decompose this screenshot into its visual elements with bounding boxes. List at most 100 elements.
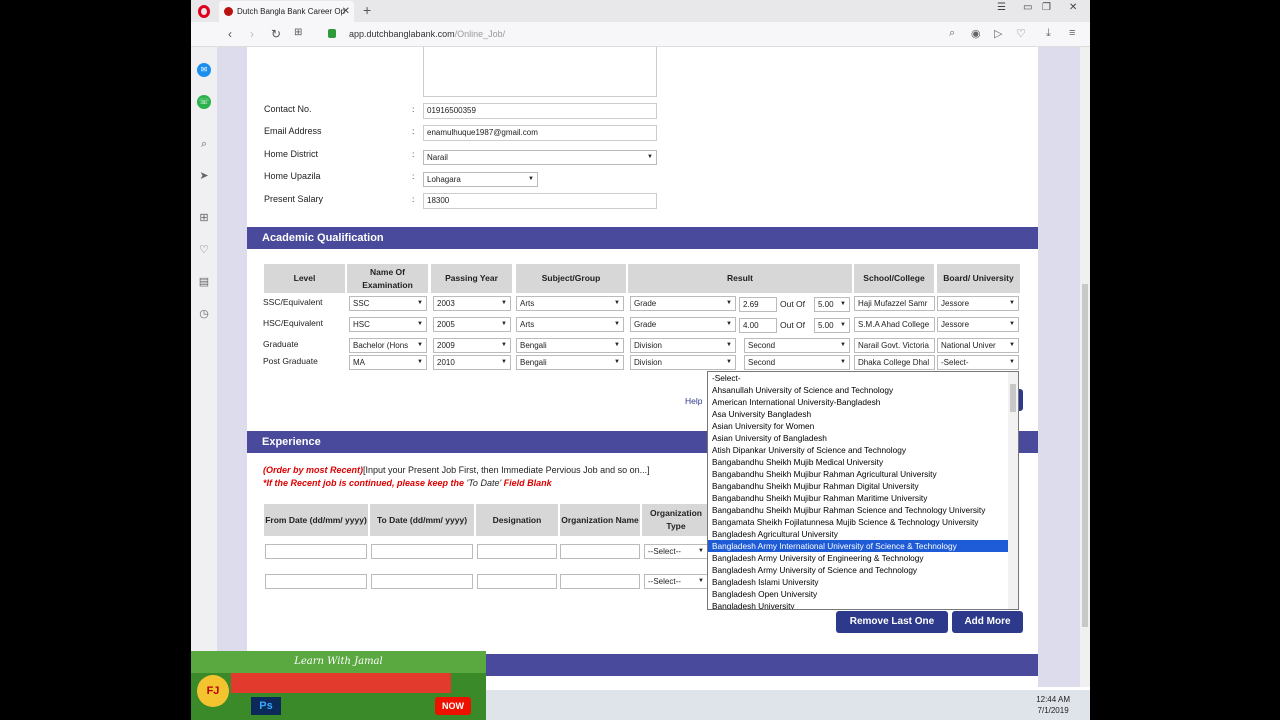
page-scrollbar[interactable]: [1080, 47, 1090, 687]
browser-tab[interactable]: Dutch Bangla Bank Career Op ✕: [219, 1, 354, 22]
university-option[interactable]: Bangabandhu Sheikh Mujib Medical Univers…: [708, 456, 1018, 468]
university-option[interactable]: Asian University of Bangladesh: [708, 432, 1018, 444]
scale-select[interactable]: 5.00: [814, 297, 850, 312]
maximize-icon[interactable]: ❐: [1042, 2, 1051, 13]
add-more-button[interactable]: Add More: [952, 611, 1023, 633]
subject-select[interactable]: Arts: [516, 317, 624, 332]
institution-input[interactable]: Haji Mufazzel Samr: [854, 296, 935, 311]
field-select[interactable]: Narail: [423, 150, 657, 165]
board-select[interactable]: -Select-: [937, 355, 1019, 370]
forward-icon[interactable]: ›: [250, 27, 254, 41]
university-option[interactable]: Asa University Bangladesh: [708, 408, 1018, 420]
settings-icon[interactable]: ≡: [1069, 27, 1075, 39]
url-field[interactable]: app.dutchbanglabank.com/Online_Job/: [349, 29, 505, 39]
university-option[interactable]: Bangabandhu Sheikh Mujibur Rahman Mariti…: [708, 492, 1018, 504]
result-type-select[interactable]: Division: [630, 338, 736, 353]
exam-select[interactable]: HSC: [349, 317, 427, 332]
to-date-input[interactable]: [371, 574, 473, 589]
designation-input[interactable]: [477, 544, 557, 559]
university-option[interactable]: American International University-Bangla…: [708, 396, 1018, 408]
institution-input[interactable]: S.M.A Ahad College: [854, 317, 935, 332]
university-dropdown-list[interactable]: -Select- Ahsanullah University of Science…: [707, 371, 1019, 610]
board-select[interactable]: Jessore: [937, 317, 1019, 332]
division-select[interactable]: Second: [744, 355, 850, 370]
menu-icon[interactable]: ☰: [997, 2, 1006, 13]
dropdown-scrollbar[interactable]: [1008, 372, 1018, 609]
university-option[interactable]: Bangabandhu Sheikh Mujibur Rahman Agricu…: [708, 468, 1018, 480]
send-icon[interactable]: ▷: [994, 27, 1002, 40]
board-select[interactable]: Jessore: [937, 296, 1019, 311]
institution-input[interactable]: Narail Govt. Victoria: [854, 338, 935, 353]
university-option[interactable]: Bangabandhu Sheikh Mujibur Rahman Digita…: [708, 480, 1018, 492]
back-icon[interactable]: ‹: [228, 27, 232, 41]
remove-last-button[interactable]: Remove Last One: [836, 611, 948, 633]
university-option[interactable]: Bangamata Sheikh Fojilatunnesa Mujib Sci…: [708, 516, 1018, 528]
subject-select[interactable]: Bengali: [516, 355, 624, 370]
new-tab-icon[interactable]: +: [363, 2, 371, 18]
opera-logo-icon[interactable]: [198, 5, 210, 18]
bookmark-heart-icon[interactable]: ♡: [1016, 27, 1026, 40]
subject-select[interactable]: Bengali: [516, 338, 624, 353]
from-date-input[interactable]: [265, 574, 367, 589]
year-select[interactable]: 2009: [433, 338, 511, 353]
university-option[interactable]: Bangladesh University: [708, 600, 1018, 609]
university-option[interactable]: Bangladesh Army University of Engineerin…: [708, 552, 1018, 564]
history-clock-icon[interactable]: ◷: [197, 307, 211, 321]
to-date-input[interactable]: [371, 544, 473, 559]
org-type-select[interactable]: --Select--: [644, 544, 708, 559]
board-select[interactable]: National Univer: [937, 338, 1019, 353]
year-select[interactable]: 2005: [433, 317, 511, 332]
field-input[interactable]: 18300: [423, 193, 657, 209]
org-name-input[interactable]: [560, 544, 640, 559]
taskbar-clock[interactable]: 12:44 AM 7/1/2019: [1036, 694, 1070, 716]
messenger-icon[interactable]: ✉: [197, 63, 211, 77]
close-window-icon[interactable]: ✕: [1069, 2, 1077, 13]
subject-select[interactable]: Arts: [516, 296, 624, 311]
bookmarks-heart-icon[interactable]: ♡: [197, 243, 211, 257]
exam-select[interactable]: SSC: [349, 296, 427, 311]
news-icon[interactable]: ▤: [197, 275, 211, 289]
year-select[interactable]: 2003: [433, 296, 511, 311]
search-icon[interactable]: ⌕: [197, 137, 211, 151]
designation-input[interactable]: [477, 574, 557, 589]
university-option[interactable]: -Select-: [708, 372, 1018, 384]
university-option[interactable]: Bangladesh Open University: [708, 588, 1018, 600]
gpa-input[interactable]: 4.00: [739, 318, 777, 333]
reload-icon[interactable]: ↻: [271, 27, 281, 41]
field-input[interactable]: enamulhuque1987@gmail.com: [423, 125, 657, 141]
university-option[interactable]: Atish Dipankar University of Science and…: [708, 444, 1018, 456]
page-scrollbar-thumb[interactable]: [1082, 284, 1088, 627]
institution-input[interactable]: Dhaka College Dhal: [854, 355, 935, 370]
help-link[interactable]: Help: [685, 396, 702, 406]
exam-select[interactable]: Bachelor (Hons: [349, 338, 427, 353]
division-select[interactable]: Second: [744, 338, 850, 353]
close-tab-icon[interactable]: ✕: [342, 1, 350, 22]
download-icon[interactable]: ⤓: [1046, 27, 1051, 40]
from-date-input[interactable]: [265, 544, 367, 559]
minimize-icon[interactable]: ▭: [1023, 2, 1032, 13]
result-type-select[interactable]: Division: [630, 355, 736, 370]
speed-dial-icon[interactable]: ⊞: [294, 27, 302, 38]
university-option[interactable]: Bangabandhu Sheikh Mujibur Rahman Scienc…: [708, 504, 1018, 516]
field-input[interactable]: 01916500359: [423, 103, 657, 119]
whatsapp-icon[interactable]: ☏: [197, 95, 211, 109]
speed-dial-icon[interactable]: ⊞: [197, 211, 211, 225]
result-type-select[interactable]: Grade: [630, 296, 736, 311]
result-type-select[interactable]: Grade: [630, 317, 736, 332]
university-option[interactable]: Bangladesh Army International University…: [708, 540, 1018, 552]
university-option[interactable]: Bangladesh Islami University: [708, 576, 1018, 588]
org-type-select[interactable]: --Select--: [644, 574, 708, 589]
scale-select[interactable]: 5.00: [814, 318, 850, 333]
flow-send-icon[interactable]: ➤: [197, 169, 211, 183]
field-select[interactable]: Lohagara: [423, 172, 538, 187]
dropdown-scrollbar-thumb[interactable]: [1010, 384, 1016, 412]
year-select[interactable]: 2010: [433, 355, 511, 370]
university-option[interactable]: Bangladesh Army University of Science an…: [708, 564, 1018, 576]
gpa-input[interactable]: 2.69: [739, 297, 777, 312]
university-option[interactable]: Bangladesh Agricultural University: [708, 528, 1018, 540]
exam-select[interactable]: MA: [349, 355, 427, 370]
snapshot-icon[interactable]: ◉: [971, 27, 981, 40]
search-page-icon[interactable]: ⌕: [949, 27, 955, 40]
university-option[interactable]: Ahsanullah University of Science and Tec…: [708, 384, 1018, 396]
university-option[interactable]: Asian University for Women: [708, 420, 1018, 432]
